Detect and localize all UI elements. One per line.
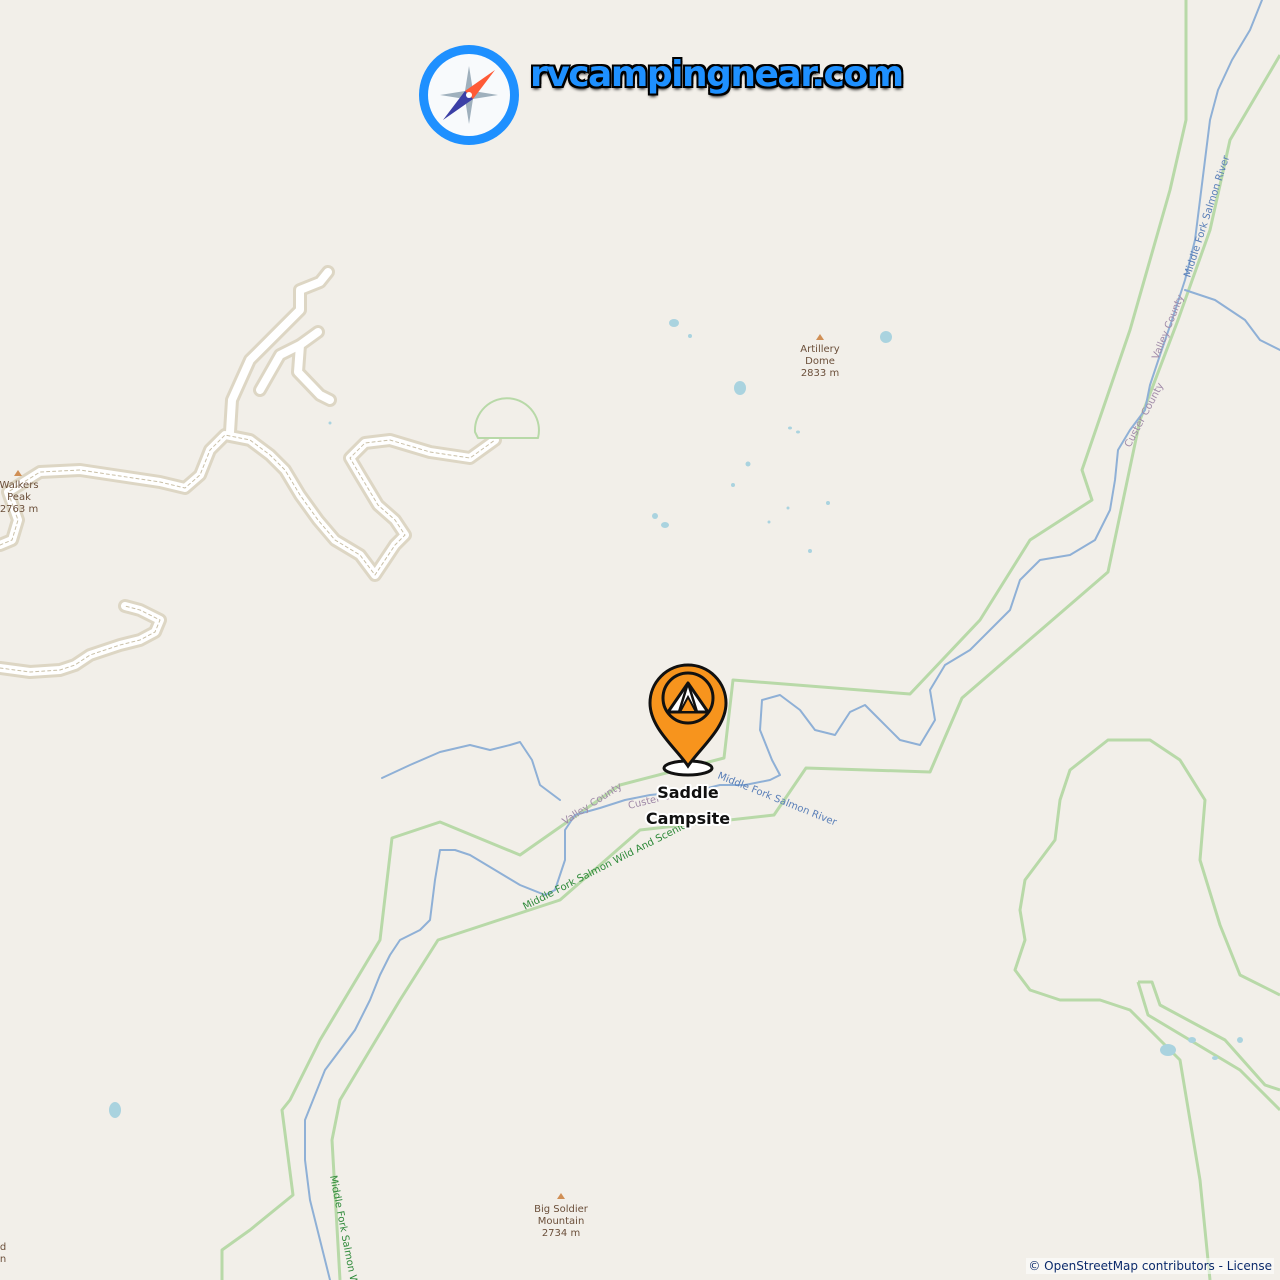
map-view[interactable]: Artillery Dome 2833 m Walkers Peak 2763 … bbox=[0, 0, 1280, 1280]
peak-name: Mountain bbox=[538, 1216, 585, 1227]
peak-name: Artillery bbox=[800, 344, 839, 355]
campsite-name: Saddle bbox=[657, 783, 719, 802]
peak-name: Peak bbox=[7, 492, 31, 503]
logo-text: rvcampingnear.com bbox=[530, 54, 904, 95]
peak-elevation: 2833 m bbox=[801, 368, 839, 379]
land-background bbox=[0, 0, 1280, 1280]
peak-elevation: 2763 m bbox=[0, 504, 38, 515]
peak-name: Walkers bbox=[0, 480, 39, 491]
tent-icon bbox=[661, 671, 715, 725]
site-logo[interactable]: rvcampingnear.com bbox=[414, 40, 904, 152]
peak-name: Big Soldier bbox=[534, 1204, 589, 1215]
map-attribution[interactable]: © OpenStreetMap contributors - License bbox=[1026, 1258, 1274, 1274]
map-canvas[interactable]: Artillery Dome 2833 m Walkers Peak 2763 … bbox=[0, 0, 1280, 1280]
campsite-name: Campsite bbox=[646, 809, 730, 828]
compass-icon bbox=[419, 45, 519, 145]
edge-label-fragment: d bbox=[0, 1242, 6, 1253]
edge-label-fragment: n bbox=[0, 1254, 6, 1265]
peak-name: Dome bbox=[805, 356, 835, 367]
peak-elevation: 2734 m bbox=[542, 1228, 580, 1239]
